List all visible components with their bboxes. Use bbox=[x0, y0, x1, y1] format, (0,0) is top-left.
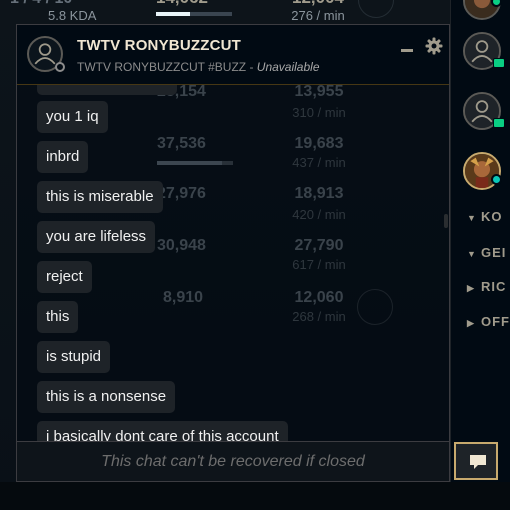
message-bubble: this bbox=[37, 301, 79, 333]
message-bubble: this is a nonsense bbox=[37, 381, 176, 413]
chat-status-icon bbox=[493, 118, 505, 128]
kda-ratio: 5.8 KDA bbox=[48, 8, 97, 23]
group-row[interactable]: ▶ RIC bbox=[467, 279, 506, 294]
gear-icon bbox=[425, 37, 443, 55]
message-list[interactable]: you 1 iq inbrd this is miserable you are… bbox=[17, 85, 449, 441]
chat-window: 25,154 13,955 310 / min 37,536 19,683 43… bbox=[16, 24, 450, 482]
minimize-button[interactable] bbox=[399, 39, 415, 55]
message-bubble: is stupid bbox=[37, 341, 111, 373]
gold-per-min: 276 / min bbox=[291, 8, 345, 23]
group-row[interactable]: ▶ OFF bbox=[467, 314, 510, 329]
damage-bar bbox=[156, 12, 232, 16]
chevron-right-icon: ▶ bbox=[467, 318, 475, 328]
message-bubble: i basically dont care of this account bbox=[37, 421, 288, 441]
gold-value: 12,004 bbox=[268, 0, 368, 8]
group-row[interactable]: ▼ GEI bbox=[467, 245, 506, 260]
group-row[interactable]: ▼ KO bbox=[467, 209, 503, 224]
chevron-right-icon: ▶ bbox=[467, 283, 475, 293]
message-bubble: you 1 iq bbox=[37, 101, 108, 133]
message-bubble: this is miserable bbox=[37, 181, 163, 213]
minimize-icon bbox=[401, 49, 413, 52]
message-bubble: reject bbox=[37, 261, 92, 293]
damage-value: 14,062 bbox=[156, 0, 208, 8]
chevron-down-icon: ▼ bbox=[467, 249, 477, 259]
riot-id: TWTV RONYBUZZCUT #BUZZ bbox=[77, 60, 247, 74]
friends-sidebar: ▼ KO ▼ GEI ▶ RIC ▶ OFF bbox=[450, 0, 510, 510]
message-bubble: you are lifeless bbox=[37, 221, 156, 253]
damage-bar-fill bbox=[156, 12, 191, 16]
separator: - bbox=[246, 60, 257, 74]
chat-input[interactable] bbox=[17, 442, 449, 482]
kda-value: 1 / 4 / 10 bbox=[10, 0, 120, 8]
settings-button[interactable] bbox=[425, 37, 443, 55]
message-bubble-cut bbox=[37, 85, 177, 95]
status-in-game-icon bbox=[491, 174, 502, 185]
message-bubble: inbrd bbox=[37, 141, 89, 173]
availability-status: Unavailable bbox=[256, 60, 320, 74]
chat-bubble-icon bbox=[470, 455, 486, 469]
status-offline-icon bbox=[55, 62, 65, 72]
chat-contact-subtitle: TWTV RONYBUZZCUT #BUZZ - Unavailable bbox=[77, 60, 320, 74]
chevron-down-icon: ▼ bbox=[467, 213, 477, 223]
chat-header: TWTV RONYBUZZCUT TWTV RONYBUZZCUT #BUZZ … bbox=[17, 25, 449, 85]
chat-input-bar bbox=[17, 441, 449, 482]
chat-status-icon bbox=[493, 58, 505, 68]
bottom-bar bbox=[0, 482, 510, 510]
chat-toggle-button[interactable] bbox=[454, 442, 498, 480]
chat-contact-name: TWTV RONYBUZZCUT bbox=[77, 37, 242, 54]
